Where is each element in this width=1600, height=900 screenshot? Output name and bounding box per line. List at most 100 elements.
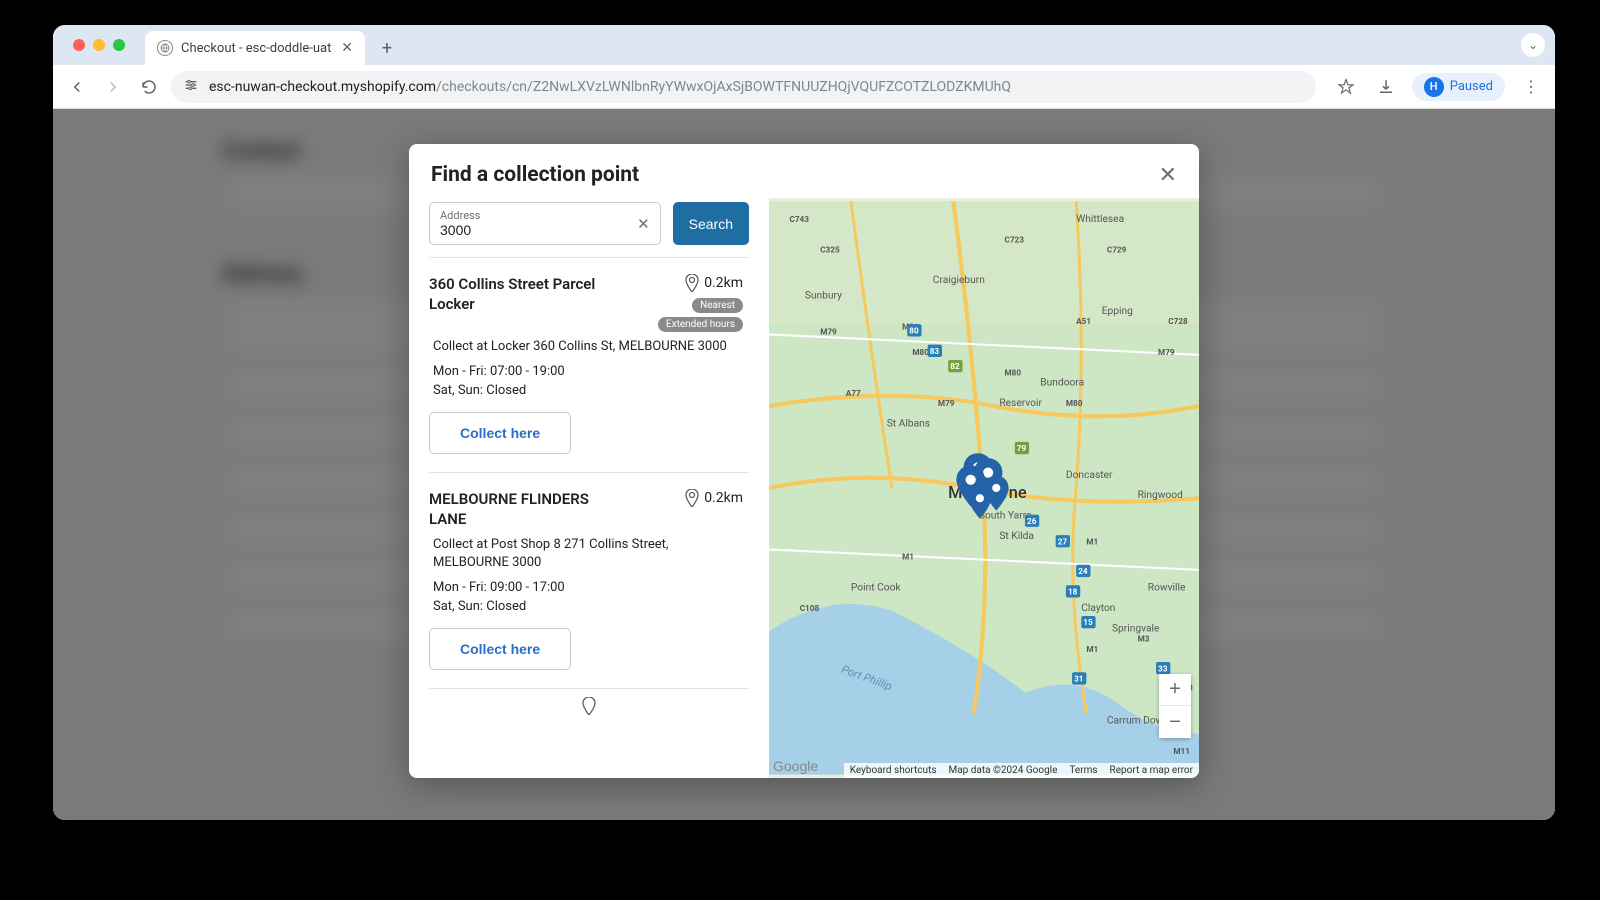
svg-text:C108: C108 — [800, 603, 820, 613]
result-hours-weekday: Mon - Fri: 09:00 - 17:00 — [433, 580, 739, 595]
address-bar: esc-nuwan-checkout.myshopify.com/checkou… — [53, 65, 1555, 109]
zoom-out-button[interactable]: − — [1159, 706, 1191, 738]
svg-text:St Kilda: St Kilda — [999, 531, 1034, 542]
svg-text:Point Cook: Point Cook — [851, 582, 902, 593]
site-settings-icon[interactable] — [183, 77, 199, 97]
svg-text:83: 83 — [930, 346, 940, 356]
zoom-in-button[interactable]: + — [1159, 674, 1191, 706]
window-close-button[interactable] — [73, 39, 85, 51]
svg-text:33: 33 — [1158, 663, 1168, 673]
svg-text:St Albans: St Albans — [887, 419, 930, 430]
svg-text:Epping: Epping — [1102, 306, 1133, 317]
menu-icon[interactable]: ⋮ — [1517, 73, 1545, 101]
result-hours-weekend: Sat, Sun: Closed — [433, 599, 739, 614]
svg-text:Bundoora: Bundoora — [1040, 378, 1084, 389]
result-distance: 0.2km — [704, 490, 743, 506]
badge-extended-hours: Extended hours — [658, 317, 743, 332]
tab-favicon-icon — [157, 40, 173, 56]
browser-tab[interactable]: Checkout - esc-doddle-uat ✕ — [145, 31, 365, 65]
result-hours-weekday: Mon - Fri: 07:00 - 19:00 — [433, 364, 739, 379]
svg-text:M1: M1 — [1086, 644, 1098, 654]
svg-text:C325: C325 — [820, 245, 840, 255]
results-panel: Address ✕ Search 360 Collins Street Parc… — [429, 198, 749, 778]
svg-text:M79: M79 — [1158, 347, 1175, 357]
close-icon[interactable]: ✕ — [1159, 162, 1177, 188]
page-content: Contact Delivery Find a collection point… — [53, 109, 1555, 820]
profile-chip[interactable]: H Paused — [1412, 73, 1505, 101]
svg-text:A77: A77 — [846, 388, 861, 398]
collect-here-button[interactable]: Collect here — [429, 412, 571, 454]
results-list[interactable]: 360 Collins Street Parcel Locker 0.2km N… — [429, 257, 749, 778]
tab-dropdown-icon[interactable]: ⌄ — [1521, 33, 1545, 57]
map-canvas: C743 C325 C723 C729 C728 M79 M31 A51 M80… — [769, 198, 1199, 778]
window-controls — [61, 25, 137, 65]
nav-reload-button[interactable] — [135, 73, 163, 101]
svg-text:82: 82 — [950, 361, 960, 371]
address-input-wrap[interactable]: Address ✕ — [429, 202, 661, 245]
download-icon[interactable] — [1372, 73, 1400, 101]
url-field[interactable]: esc-nuwan-checkout.myshopify.com/checkou… — [171, 71, 1316, 103]
window-maximize-button[interactable] — [113, 39, 125, 51]
map-report-error[interactable]: Report a map error — [1110, 765, 1193, 776]
search-button[interactable]: Search — [673, 202, 749, 245]
tab-close-icon[interactable]: ✕ — [341, 40, 353, 56]
svg-text:24: 24 — [1078, 566, 1088, 576]
browser-window: Checkout - esc-doddle-uat ✕ + ⌄ esc-nuwa… — [53, 25, 1555, 820]
svg-text:Sunbury: Sunbury — [805, 291, 842, 302]
url-text: esc-nuwan-checkout.myshopify.com/checkou… — [209, 79, 1011, 95]
svg-text:Craigieburn: Craigieburn — [933, 275, 985, 286]
pin-icon — [685, 489, 699, 507]
modal-title: Find a collection point — [431, 163, 639, 187]
map[interactable]: C743 C325 C723 C729 C728 M79 M31 A51 M80… — [769, 198, 1199, 778]
map-zoom-controls: + − — [1159, 674, 1191, 738]
map-terms[interactable]: Terms — [1069, 765, 1097, 776]
svg-text:18: 18 — [1068, 586, 1078, 596]
profile-status: Paused — [1450, 79, 1493, 94]
svg-text:M80: M80 — [1066, 398, 1083, 408]
clear-input-icon[interactable]: ✕ — [637, 215, 650, 233]
result-name: MELBOURNE FLINDERS LANE — [429, 489, 599, 530]
map-kbd-shortcuts[interactable]: Keyboard shortcuts — [850, 765, 937, 776]
svg-text:80: 80 — [909, 325, 919, 335]
svg-text:M1: M1 — [902, 552, 914, 562]
svg-text:Ringwood: Ringwood — [1138, 490, 1183, 501]
svg-text:South Yarra: South Yarra — [979, 511, 1032, 522]
svg-text:Clayton: Clayton — [1081, 603, 1115, 614]
svg-text:Rowville: Rowville — [1148, 582, 1186, 593]
svg-text:C723: C723 — [1004, 234, 1024, 244]
map-data-copyright: Map data ©2024 Google — [949, 765, 1058, 776]
svg-text:M1: M1 — [1086, 536, 1098, 546]
new-tab-button[interactable]: + — [373, 34, 401, 62]
svg-text:M3: M3 — [1138, 634, 1150, 644]
svg-text:M79: M79 — [820, 326, 837, 336]
svg-text:C729: C729 — [1107, 245, 1127, 255]
svg-text:79: 79 — [1017, 443, 1027, 453]
pin-icon — [582, 697, 596, 715]
svg-text:15: 15 — [1083, 617, 1093, 627]
svg-text:Springvale: Springvale — [1112, 623, 1160, 634]
address-label: Address — [440, 209, 650, 222]
badge-nearest: Nearest — [692, 298, 743, 313]
nav-back-button[interactable] — [63, 73, 91, 101]
modal-overlay[interactable]: Find a collection point ✕ Address ✕ Sear… — [53, 109, 1555, 820]
result-item: 360 Collins Street Parcel Locker 0.2km N… — [429, 257, 749, 472]
svg-text:Whittlesea: Whittlesea — [1076, 214, 1124, 225]
svg-text:Reservoir: Reservoir — [999, 398, 1042, 409]
nav-forward-button[interactable] — [99, 73, 127, 101]
svg-text:A51: A51 — [1076, 316, 1091, 326]
result-name: 360 Collins Street Parcel Locker — [429, 274, 599, 332]
address-input[interactable] — [440, 222, 650, 238]
svg-text:M80: M80 — [912, 347, 929, 357]
svg-text:26: 26 — [1027, 516, 1037, 526]
svg-text:M11: M11 — [1173, 746, 1190, 756]
result-distance: 0.2km — [704, 275, 743, 291]
svg-text:C728: C728 — [1168, 316, 1188, 326]
window-minimize-button[interactable] — [93, 39, 105, 51]
bookmark-icon[interactable] — [1332, 73, 1360, 101]
svg-text:31: 31 — [1074, 674, 1083, 684]
svg-text:Doncaster: Doncaster — [1066, 470, 1113, 481]
pin-icon — [685, 274, 699, 292]
svg-text:27: 27 — [1058, 536, 1068, 546]
collect-here-button[interactable]: Collect here — [429, 628, 571, 670]
profile-avatar: H — [1424, 77, 1444, 97]
